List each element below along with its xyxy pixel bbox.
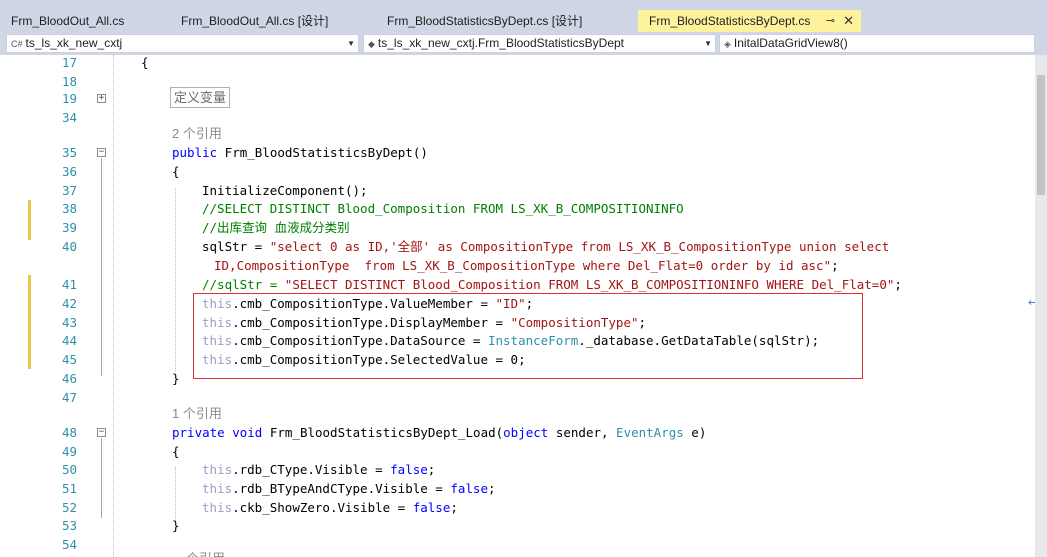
collapsed-region[interactable]: 定义变量 [170,87,231,108]
class-icon: ◆ [368,39,375,49]
line-number: 17 [61,55,77,70]
line-number: 42 [61,296,77,311]
code-line: 39 //出库查询 血液成分类别 [0,218,1035,237]
tab-label: Frm_BloodStatisticsByDept.cs [649,14,811,28]
code-line: 52 this.ckb_ShowZero.Visible = false; [0,498,1035,517]
tab-frm-bloodstatisticsbydept-cs[interactable]: Frm_BloodStatisticsByDept.cs ⊸ ✕ [638,10,861,32]
codelens-line: 1 个引用 [0,404,1035,423]
tab-frm-bloodout-all-designer[interactable]: Frm_BloodOut_All.cs [设计] [170,10,376,32]
line-number: 41 [61,277,77,292]
code-line: 49 { [0,442,1035,461]
codelens-line: 2 个引用 [0,124,1035,143]
code-text: ID,CompositionType from LS_XK_B_Composit… [214,258,839,273]
line-number: 45 [61,352,77,367]
code-text: private void Frm_BloodStatisticsByDept_L… [172,425,707,440]
code-line: 48 private void Frm_BloodStatisticsByDep… [0,423,1035,442]
tab-label: Frm_BloodOut_All.cs [设计] [181,14,329,28]
code-comment: //出库查询 血液成分类别 [202,220,350,235]
code-text: } [172,371,180,386]
tab-frm-bloodout-all-cs[interactable]: Frm_BloodOut_All.cs [0,10,170,32]
chevron-down-icon: ▼ [347,39,355,48]
navigation-bar: C# ts_ls_xk_new_cxtj ▼ ◆ ts_ls_xk_new_cxtj… [0,32,1047,56]
code-line-wrapped: ID,CompositionType from LS_XK_B_Composit… [0,256,1035,275]
code-line: 38 //SELECT DISTINCT Blood_Composition F… [0,199,1035,218]
line-number: 19 [61,91,77,106]
code-line: 40 sqlStr = "select 0 as ID,'全部' as Comp… [0,237,1035,256]
code-text: this.rdb_CType.Visible = false; [202,462,436,477]
class-dropdown[interactable]: ◆ ts_ls_xk_new_cxtj.Frm_BloodStatisticsBy… [363,34,716,53]
csharp-project-icon: C# [11,39,23,49]
line-number: 49 [61,444,77,459]
method-icon: ◈ [724,39,731,49]
line-number: 35 [61,145,77,160]
project-name: ts_ls_xk_new_cxtj [25,36,123,50]
member-name: InitalDataGridView8() [733,36,848,50]
scrollbar-thumb[interactable] [1037,75,1045,195]
code-text: sqlStr = "select 0 as ID,'全部' as Composi… [202,239,890,254]
vertical-scrollbar[interactable] [1035,55,1047,557]
line-number: 38 [61,201,77,216]
reference-count[interactable]: 1 个引用 [172,404,222,423]
line-number: 51 [61,481,77,496]
code-line: 36 { [0,162,1035,181]
code-text: } [172,518,180,533]
code-line: 37 InitializeComponent(); [0,181,1035,200]
line-number: 50 [61,462,77,477]
close-icon[interactable]: ✕ [843,10,854,32]
line-number: 43 [61,315,77,330]
line-number: 53 [61,518,77,533]
line-number: 52 [61,500,77,515]
member-dropdown[interactable]: ◈ InitalDataGridView8() [719,34,1035,53]
code-line: 51 this.rdb_BTypeAndCType.Visible = fals… [0,479,1035,498]
reference-count[interactable]: 个引用 [186,549,225,557]
line-number: 46 [61,371,77,386]
code-line: 35 public Frm_BloodStatisticsByDept() [0,143,1035,162]
code-text: public Frm_BloodStatisticsByDept() [172,145,428,160]
code-line: 53 } [0,516,1035,535]
class-name: ts_ls_xk_new_cxtj.Frm_BloodStatisticsByD… [377,36,625,50]
code-line: 41 //sqlStr = "SELECT DISTINCT Blood_Com… [0,275,1035,294]
code-text: { [141,55,149,70]
line-number: 37 [61,183,77,198]
code-line: 17 { [0,55,1035,72]
line-number: 36 [61,164,77,179]
code-text: this.ckb_ShowZero.Visible = false; [202,500,458,515]
pin-icon[interactable]: ⊸ [826,10,835,32]
codelens-line: 个引用 [0,549,1035,557]
code-text: this.rdb_BTypeAndCType.Visible = false; [202,481,496,496]
line-number: 48 [61,425,77,440]
project-dropdown[interactable]: C# ts_ls_xk_new_cxtj ▼ [6,34,359,53]
code-text: { [172,444,180,459]
line-number: 39 [61,220,77,235]
line-number: 40 [61,239,77,254]
code-line: 50 this.rdb_CType.Visible = false; [0,460,1035,479]
tab-label: Frm_BloodOut_All.cs [11,14,125,28]
code-text: InitializeComponent(); [202,183,368,198]
code-comment: //SELECT DISTINCT Blood_Composition FROM… [202,201,684,216]
highlight-box [193,293,863,379]
code-comment: //sqlStr = "SELECT DISTINCT Blood_Compos… [202,277,902,292]
code-line: 19 [0,89,1035,108]
tab-frm-bloodstatisticsbydept-designer[interactable]: Frm_BloodStatisticsByDept.cs [设计] [376,10,638,32]
document-tab-bar: Frm_BloodOut_All.cs Frm_BloodOut_All.cs … [0,0,1047,32]
chevron-down-icon: ▼ [704,39,712,48]
line-number: 44 [61,333,77,348]
reference-count[interactable]: 2 个引用 [172,124,222,143]
tab-label: Frm_BloodStatisticsByDept.cs [设计] [387,14,583,28]
code-text: { [172,164,180,179]
